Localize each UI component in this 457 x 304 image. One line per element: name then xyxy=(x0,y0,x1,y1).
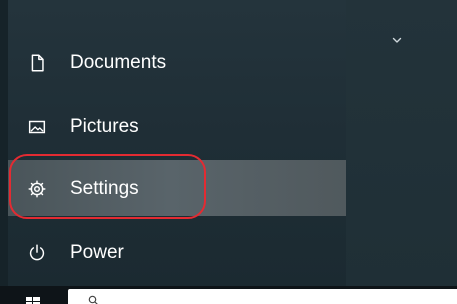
start-menu-item-label: Power xyxy=(70,242,124,263)
document-icon xyxy=(26,52,48,74)
start-menu-item-documents[interactable]: Documents xyxy=(8,34,346,90)
pictures-icon xyxy=(26,116,48,138)
start-menu-item-pictures[interactable]: Pictures xyxy=(8,98,346,154)
start-menu-item-label: Settings xyxy=(70,178,139,199)
power-icon xyxy=(26,242,48,264)
taskbar-search-box[interactable] xyxy=(68,289,457,304)
search-icon xyxy=(88,293,99,304)
start-menu-item-label: Pictures xyxy=(70,116,139,137)
taskbar xyxy=(0,286,457,304)
start-menu-item-power[interactable]: Power xyxy=(8,224,346,280)
gear-icon xyxy=(26,178,48,200)
start-menu-left-edge xyxy=(0,0,8,286)
start-menu-item-settings[interactable]: Settings xyxy=(8,160,346,216)
start-menu-item-label: Documents xyxy=(70,52,167,73)
windows-icon[interactable] xyxy=(26,294,40,304)
chevron-down-icon[interactable] xyxy=(392,32,402,43)
start-menu: Documents Pictures Settings Power xyxy=(0,0,457,304)
